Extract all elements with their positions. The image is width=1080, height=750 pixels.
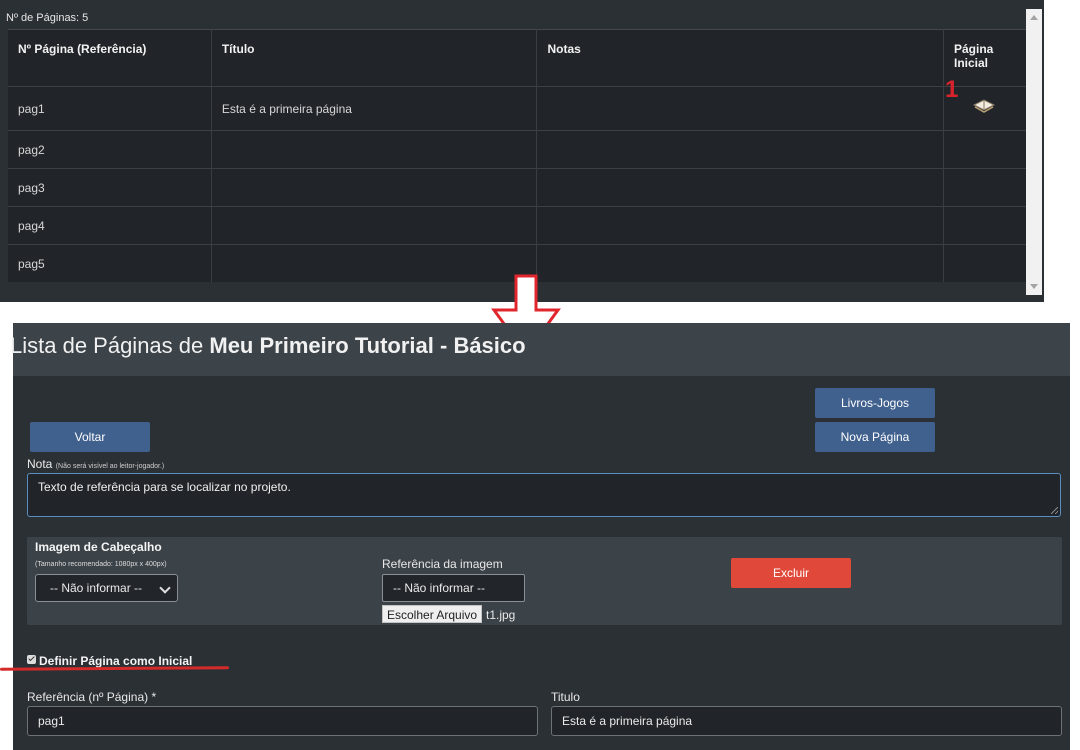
image-reference-input[interactable]: -- Não informar -- <box>382 574 525 602</box>
resize-handle-icon[interactable] <box>1051 507 1058 514</box>
cell-notes <box>536 130 944 169</box>
start-page-checkbox[interactable] <box>27 655 36 665</box>
cell-title <box>211 206 538 245</box>
cell-notes <box>536 206 944 245</box>
vertical-scrollbar[interactable] <box>1026 9 1042 295</box>
column-header-reference[interactable]: Nº Página (Referência) <box>8 29 212 87</box>
cell-title <box>211 130 538 169</box>
cell-reference[interactable]: pag1 <box>8 86 212 131</box>
page-count-label: Nº de Páginas: 5 <box>6 12 89 24</box>
choose-file-button[interactable]: Escolher Arquivo <box>382 605 483 623</box>
scroll-down-arrow-icon[interactable] <box>1030 284 1038 289</box>
cell-reference[interactable]: pag5 <box>8 244 212 282</box>
table-row[interactable]: pag3 <box>8 168 1026 207</box>
header-image-title: Imagem de Cabeçalho <box>35 540 162 554</box>
column-header-notes[interactable]: Notas <box>536 29 944 87</box>
cell-notes <box>536 168 944 207</box>
cell-start-page <box>943 168 1026 207</box>
header-image-size-hint: (Tamanho recomendado: 1080px x 400px) <box>35 561 167 568</box>
cell-notes <box>536 244 944 282</box>
cell-reference[interactable]: pag3 <box>8 168 212 207</box>
back-button[interactable]: Voltar <box>30 422 150 452</box>
new-page-button[interactable]: Nova Página <box>815 422 935 452</box>
cell-reference[interactable]: pag2 <box>8 130 212 169</box>
delete-image-button[interactable]: Excluir <box>731 558 851 588</box>
note-textarea[interactable]: Texto de referência para se localizar no… <box>27 473 1061 517</box>
cell-start-page <box>943 130 1026 169</box>
cell-start-page <box>943 244 1026 282</box>
table-row[interactable]: pag1 Esta é a primeira página <box>8 86 1026 131</box>
titulo-label: Titulo <box>551 690 580 704</box>
table-row[interactable]: pag2 <box>8 130 1026 169</box>
note-label: Nota (Não será visível ao leitor-jogador… <box>27 457 165 471</box>
cell-reference[interactable]: pag4 <box>8 206 212 245</box>
titulo-input[interactable]: Esta é a primeira página <box>551 706 1062 736</box>
cell-title <box>211 168 538 207</box>
table-row[interactable]: pag4 <box>8 206 1026 245</box>
header-image-select[interactable]: -- Não informar -- <box>35 574 178 602</box>
column-header-title[interactable]: Título <box>211 29 538 87</box>
open-book-icon[interactable] <box>972 97 996 118</box>
reference-label: Referência (nº Página) * <box>27 690 157 704</box>
page-title: Lista de Páginas de Meu Primeiro Tutoria… <box>10 333 526 358</box>
selected-file-name: t1.jpg <box>486 608 516 622</box>
cell-title: Esta é a primeira página <box>211 86 538 131</box>
scroll-up-arrow-icon[interactable] <box>1030 15 1038 20</box>
image-reference-label: Referência da imagem <box>382 557 503 571</box>
cell-notes <box>536 86 944 131</box>
chevron-down-icon <box>159 582 171 594</box>
cell-start-page <box>943 206 1026 245</box>
note-text: Texto de referência para se localizar no… <box>38 480 291 494</box>
pages-table: Nº Página (Referência) Título Notas Pági… <box>8 29 1026 282</box>
table-header-row: Nº Página (Referência) Título Notas Pági… <box>8 29 1026 87</box>
reference-input[interactable]: pag1 <box>27 706 538 736</box>
books-button[interactable]: Livros-Jogos <box>815 388 935 418</box>
annotation-marker-number: 1 <box>945 76 959 103</box>
cell-title <box>211 244 538 282</box>
header-image-section <box>27 537 1062 625</box>
